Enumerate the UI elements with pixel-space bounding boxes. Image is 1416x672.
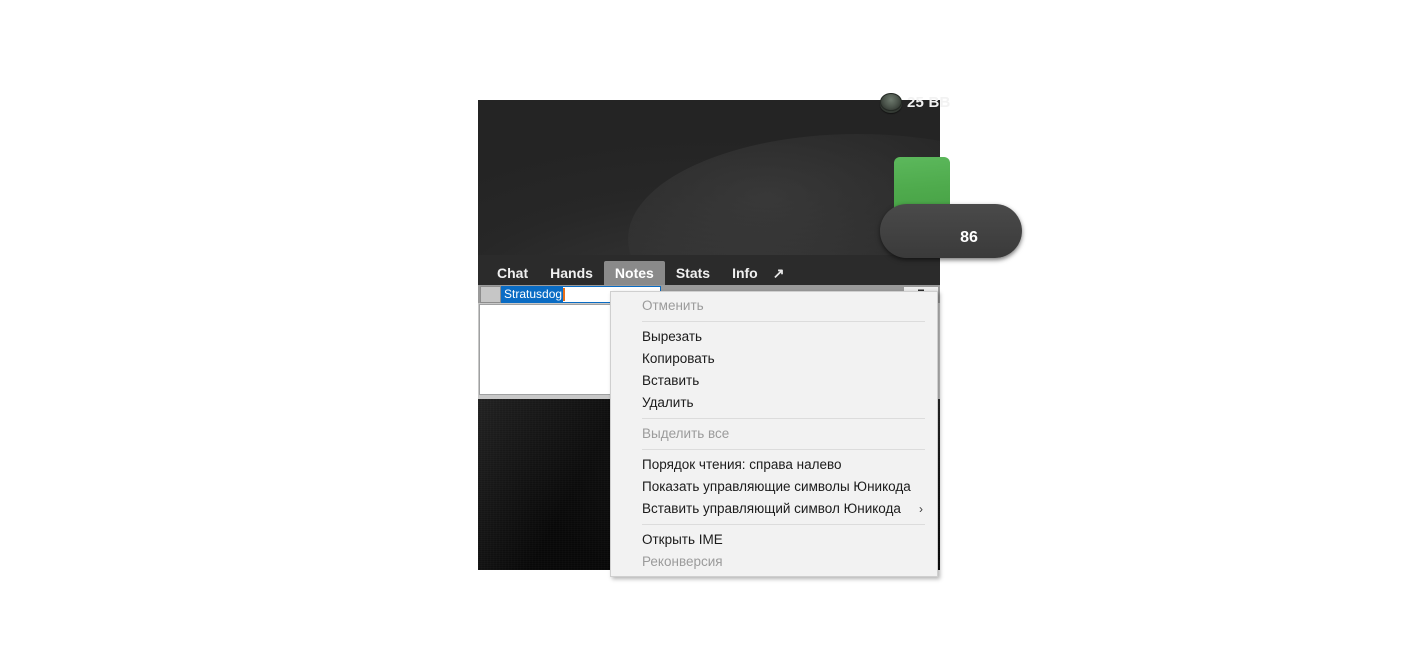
context-menu-separator — [642, 524, 925, 525]
right-nameplate[interactable]: 86 — [880, 204, 1022, 258]
chevron-right-icon: › — [919, 502, 923, 516]
context-menu-separator — [642, 418, 925, 419]
context-menu-item-reading-order-rtl[interactable]: Порядок чтения: справа налево — [611, 454, 937, 476]
panel-tabbar: Chat Hands Notes Stats Info ↗ — [478, 255, 940, 285]
context-menu-item-copy[interactable]: Копировать — [611, 348, 937, 370]
context-menu-separator — [642, 449, 925, 450]
chip-stack-icon — [880, 93, 902, 111]
right-player-stack: 86 — [960, 229, 978, 246]
context-menu-item-reconversion: Реконверсия — [642, 554, 723, 569]
tab-hands[interactable]: Hands — [539, 261, 604, 285]
tab-info[interactable]: Info — [721, 261, 769, 285]
pot-amount-label: 25 BB — [907, 93, 951, 111]
tab-notes[interactable]: Notes — [603, 261, 665, 285]
context-menu-item-insert-unicode-control-char[interactable]: Вставить управляющий символ Юникода › — [611, 498, 937, 520]
tab-chat[interactable]: Chat — [486, 261, 539, 285]
screenshot-root: Stratusdog 176.1 BB Chat Hands Notes Sta… — [0, 0, 1416, 672]
context-menu-item-undo: Отменить — [642, 298, 704, 313]
context-menu-item-open-ime[interactable]: Открыть IME — [611, 529, 937, 551]
context-menu-item-paste[interactable]: Вставить — [611, 370, 937, 392]
context-menu-separator — [642, 321, 925, 322]
table-felt — [478, 100, 940, 344]
color-flag-icon[interactable] — [480, 286, 501, 303]
pot-display: 25 BB — [880, 93, 951, 111]
tab-stats[interactable]: Stats — [665, 261, 721, 285]
context-menu-item-show-unicode-control-chars[interactable]: Показать управляющие символы Юникода — [611, 476, 937, 498]
note-name-input-value: Stratusdog — [502, 287, 564, 302]
context-menu-item-label: Вставить управляющий символ Юникода — [642, 501, 901, 516]
card-back-icon — [894, 157, 950, 211]
context-menu[interactable]: Отменить Вырезать Копировать Вставить Уд… — [610, 291, 938, 577]
popout-arrow-icon[interactable]: ↗ — [769, 261, 793, 285]
context-menu-item-select-all: Выделить все — [642, 426, 730, 441]
text-caret — [563, 288, 566, 301]
context-menu-item-delete[interactable]: Удалить — [611, 392, 937, 414]
context-menu-item-cut[interactable]: Вырезать — [611, 326, 937, 348]
